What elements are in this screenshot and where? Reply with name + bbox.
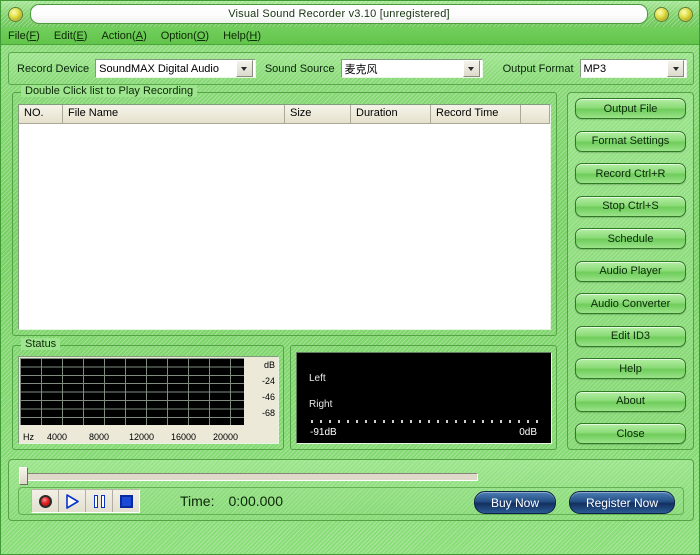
time-value: 0:00.000 [228,493,283,509]
format-settings-button[interactable]: Format Settings [575,130,686,152]
recordings-list-body[interactable] [19,124,550,329]
column-header-duration[interactable]: Duration [351,105,431,123]
time-label: Time: [180,493,215,509]
spectrum-plot-area [20,358,244,425]
menu-file-accel: F [29,29,37,42]
spectrum-hz-tick-3: 12000 [129,432,155,442]
record-transport-button[interactable] [32,490,59,512]
minimize-orb-icon[interactable] [654,6,669,22]
menu-help-accel: H [249,29,258,42]
spectrum-hz-tick-1: 4000 [47,432,68,442]
record-icon [38,494,52,508]
column-header-record-time[interactable]: Record Time [431,105,521,123]
about-button[interactable]: About [575,390,686,412]
stop-icon [119,494,133,508]
column-header-no[interactable]: NO. [19,105,63,123]
vu-max-label: 0dB [519,427,537,438]
output-file-button[interactable]: Output File [575,98,686,119]
window-controls [654,6,693,22]
recordings-group-title: Double Click list to Play Recording [21,85,198,97]
title-plate: Visual Sound Recorder v3.10 [unregistere… [30,4,648,24]
record-button[interactable]: Record Ctrl+R [575,163,686,184]
recordings-list-header: NO. File Name Size Duration Record Time [19,105,550,124]
menu-file-label: File [8,29,26,42]
close-button[interactable]: Close [575,423,686,444]
status-group-title: Status [21,338,61,350]
stop-button[interactable]: Stop Ctrl+S [575,195,686,217]
menu-help-label: Help [223,29,246,42]
edit-id3-button[interactable]: Edit ID3 [575,325,686,347]
audio-player-button[interactable]: Audio Player [575,260,686,282]
vu-meter-display: Left Right -91dB 0dB [296,352,552,444]
spectrum-db-tick-2: -46 [261,392,275,402]
chevron-down-icon[interactable] [667,60,684,77]
menu-item-file[interactable]: File(F) [1,28,47,44]
recordings-list[interactable]: NO. File Name Size Duration Record Time [18,104,551,330]
status-group-box: Status dB -24 -46 -68 Hz 4000 8000 12000… [12,338,284,450]
menu-item-edit[interactable]: Edit(E) [47,28,95,44]
recordings-group-box: Double Click list to Play Recording NO. … [12,85,557,336]
record-device-value: SoundMAX Digital Audio [99,62,219,75]
menu-action-accel: A [135,29,144,42]
sound-source-select[interactable]: 麦克风 [340,59,483,78]
vu-scale-ticks [311,420,539,423]
seek-track[interactable] [26,473,478,481]
seek-slider[interactable] [18,467,478,485]
output-format-value: MP3 [583,62,607,75]
spectrum-db-axis-label: dB [263,360,275,370]
menu-item-help[interactable]: Help(H) [216,28,268,44]
vu-left-label: Left [309,373,326,384]
stop-transport-button[interactable] [113,490,139,512]
menu-option-accel: O [196,29,206,42]
window-title: Visual Sound Recorder v3.10 [unregistere… [228,8,450,20]
register-now-button[interactable]: Register Now [568,491,675,514]
sound-source-label: Sound Source [264,62,335,75]
spectrum-hz-tick-4: 16000 [171,432,197,442]
application-window: Visual Sound Recorder v3.10 [unregistere… [0,0,700,555]
audio-converter-button[interactable]: Audio Converter [575,293,686,314]
play-icon [66,493,79,509]
transport-button-group [31,489,140,513]
help-button[interactable]: Help [575,358,686,379]
seek-thumb[interactable] [19,467,28,485]
app-orb-icon [8,6,23,22]
chevron-down-icon[interactable] [462,60,480,77]
record-device-label: Record Device [17,62,90,75]
menu-edit-label: Edit [53,29,73,42]
spectrum-db-tick-3: -68 [261,408,275,418]
spectrum-hz-tick-2: 8000 [89,432,110,442]
menu-item-action[interactable]: Action(A) [94,28,153,44]
spectrum-hz-tick-5: 20000 [213,432,239,442]
spectrum-db-tick-1: -24 [261,376,275,386]
pause-transport-button[interactable] [86,490,113,512]
output-format-label: Output Format [502,62,574,75]
action-button-panel: Output File Format Settings Record Ctrl+… [567,92,694,450]
menu-bar: File(F) Edit(E) Action(A) Option(O) Help… [1,27,699,45]
chevron-down-icon[interactable] [235,60,253,77]
record-device-select[interactable]: SoundMAX Digital Audio [95,59,256,78]
output-format-select[interactable]: MP3 [579,59,687,78]
spectrum-analyzer: dB -24 -46 -68 Hz 4000 8000 12000 16000 … [18,356,279,444]
device-toolbar: Record Device SoundMAX Digital Audio Sou… [8,52,694,85]
play-transport-button[interactable] [59,490,86,512]
spectrum-hz-axis-label: Hz [23,432,34,442]
column-header-filler [521,105,550,123]
menu-edit-accel: E [76,29,84,42]
menu-option-label: Option [160,29,194,42]
buy-now-button[interactable]: Buy Now [473,491,556,514]
sound-source-value: 麦克风 [344,63,378,76]
vu-right-label: Right [309,399,333,410]
menu-action-label: Action [101,29,133,42]
title-bar: Visual Sound Recorder v3.10 [unregistere… [1,1,699,27]
schedule-button[interactable]: Schedule [575,228,686,249]
vu-meter-group-box: Left Right -91dB 0dB [290,345,557,450]
pause-icon [93,494,105,508]
column-header-file-name[interactable]: File Name [63,105,285,123]
menu-item-option[interactable]: Option(O) [154,28,216,44]
transport-bar: Time: 0:00.000 Buy Now Register Now [18,487,684,515]
vu-min-label: -91dB [310,427,337,438]
column-header-size[interactable]: Size [285,105,351,123]
close-orb-icon[interactable] [678,6,693,22]
transport-panel: Time: 0:00.000 Buy Now Register Now [8,459,694,521]
